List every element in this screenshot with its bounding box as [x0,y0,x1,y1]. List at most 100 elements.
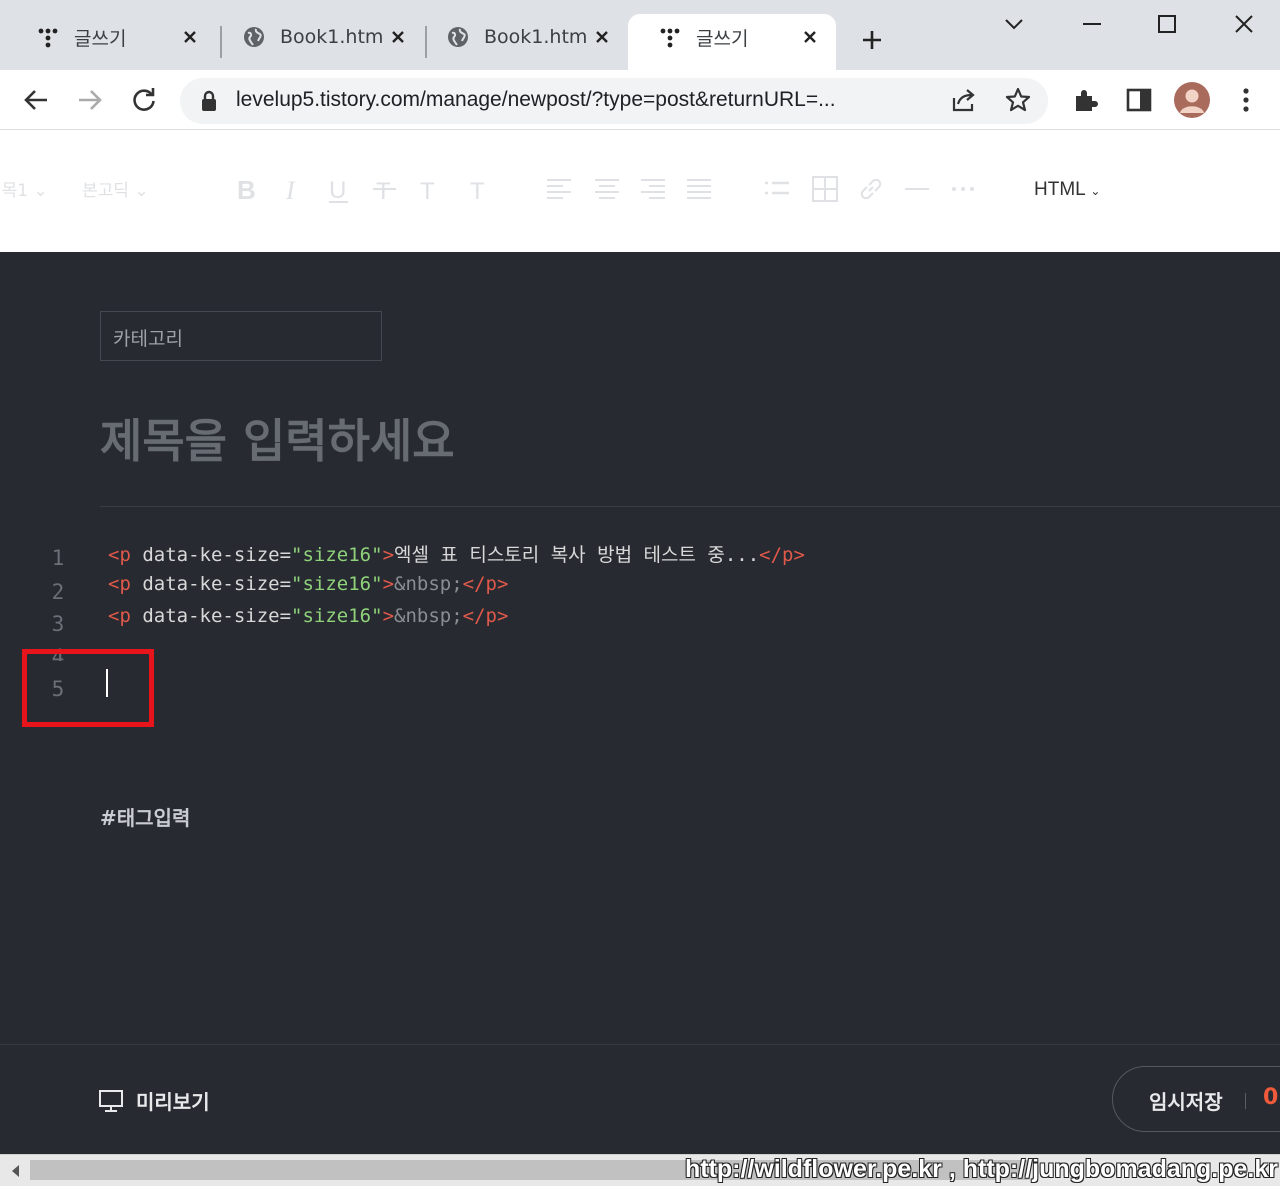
tab-title: 글쓰기 [696,27,749,50]
close-icon[interactable] [178,25,202,49]
back-button[interactable] [18,82,54,118]
close-icon[interactable] [798,25,822,49]
temp-save-button[interactable]: 임시저장 0 [1112,1066,1280,1132]
close-window-button[interactable] [1224,6,1264,42]
tag-input[interactable]: #태그입력 [100,802,190,831]
globe-icon [242,25,266,49]
globe-icon [446,25,470,49]
underline-icon[interactable]: U [324,174,354,204]
profile-avatar[interactable] [1174,82,1210,118]
align-left-icon[interactable] [544,174,574,204]
close-icon[interactable] [590,25,614,49]
reload-button[interactable] [126,82,162,118]
code-token: "size16" [291,573,383,595]
editor-area [0,252,1280,1044]
tistory-icon [36,25,60,49]
tab-write-active[interactable]: 글쓰기 [628,14,836,70]
monitor-icon [99,1089,123,1112]
tab-title: Book1.htm [484,26,588,48]
chevron-down-icon [1005,19,1023,30]
code-token: </p> [759,544,805,566]
code-token: &nbsp; [394,573,463,595]
italic-icon[interactable]: I [278,174,308,204]
tab-search-button[interactable] [994,6,1034,42]
svg-text:B: B [237,175,256,204]
line-number: 3 [51,612,65,636]
code-token: &nbsp; [394,605,463,627]
code-token: 엑셀 표 티스토리 복사 방법 테스트 중... [394,544,760,566]
close-icon[interactable] [386,25,410,49]
heading-select[interactable]: 제목1 ⌄ [0,176,48,201]
align-justify-icon[interactable] [684,174,714,204]
category-placeholder: 카테고리 [113,328,183,350]
code-line[interactable]: <p data-ke-size="size16">&nbsp;</p> [108,573,508,595]
code-token: > [382,573,395,595]
code-token: "size16" [291,544,383,566]
maximize-button[interactable] [1147,6,1187,42]
text-color-icon[interactable]: T [414,174,444,204]
svg-text:T: T [470,178,485,204]
svg-text:T: T [376,178,391,204]
code-token: > [382,605,395,627]
arrow-right-icon [79,90,102,110]
svg-text:I: I [285,176,296,204]
scroll-left-icon [12,1165,19,1177]
svg-text:U: U [329,177,346,204]
minimize-button[interactable] [1072,6,1112,42]
side-panel-button[interactable] [1121,82,1157,118]
share-icon[interactable] [950,86,978,118]
list-icon[interactable] [762,174,792,204]
title-input[interactable]: 제목을 입력하세요 [100,405,455,471]
address-bar[interactable]: levelup5.tistory.com/manage/newpost/?typ… [180,78,1048,124]
maximize-icon [1158,15,1176,33]
horizontal-rule-icon[interactable] [902,174,932,204]
align-right-icon[interactable] [638,174,668,204]
forward-button[interactable] [72,82,108,118]
url-text[interactable]: levelup5.tistory.com/manage/newpost/?typ… [236,88,936,112]
title-divider [100,506,1280,507]
minimize-icon [1083,23,1101,25]
tab-write-1[interactable]: 글쓰기 [6,14,216,70]
tab-strip: 글쓰기 Book1.htm Book1.htm 글쓰기 [0,0,1280,70]
preview-label: 미리보기 [136,1090,210,1114]
category-select[interactable]: 카테고리 [100,311,382,361]
background-color-icon[interactable]: T [464,174,494,204]
font-select[interactable]: 본고딕 ⌄ [82,176,149,201]
table-icon[interactable] [810,174,840,204]
code-token: </p> [462,573,509,595]
reload-icon [133,88,155,111]
code-token: data-ke-size= [130,605,292,627]
divider [1245,1093,1246,1109]
heading-label: 제목1 [0,181,29,201]
more-icon[interactable] [948,174,978,204]
code-token: > [382,544,395,566]
temp-save-count[interactable]: 0 [1263,1085,1278,1110]
tab-book1-1[interactable]: Book1.htm [212,14,424,70]
code-token: data-ke-size= [130,544,292,566]
side-panel-icon [1126,88,1152,112]
lock-icon[interactable] [200,90,218,116]
code-line[interactable]: <p data-ke-size="size16">엑셀 표 티스토리 복사 방법… [108,540,805,567]
strikethrough-icon[interactable]: T [370,174,400,204]
extensions-button[interactable] [1068,82,1104,118]
font-label: 본고딕 [82,181,129,201]
code-line[interactable]: <p data-ke-size="size16">&nbsp;</p> [108,605,508,627]
code-token: <p [108,573,131,595]
new-tab-button[interactable] [854,22,890,58]
menu-button[interactable] [1228,82,1264,118]
svg-text:T: T [420,178,435,204]
code-token: <p [108,605,131,627]
kebab-menu-icon [1243,88,1249,112]
link-icon[interactable] [856,174,886,204]
bold-icon[interactable]: B [232,174,262,204]
puzzle-icon [1076,90,1098,111]
bookmark-star-icon[interactable] [1004,86,1032,118]
watermark-text: http://wildflower.pe.kr , http://jungbom… [684,1155,1278,1183]
align-center-icon[interactable] [592,174,622,204]
tab-book1-2[interactable]: Book1.htm [416,14,628,70]
tab-title: Book1.htm [280,26,384,48]
preview-button[interactable]: 미리보기 [98,1086,210,1115]
editor-mode-select[interactable]: HTML ⌄ [1034,179,1100,201]
highlight-box [22,649,154,727]
code-token: </p> [462,605,509,627]
